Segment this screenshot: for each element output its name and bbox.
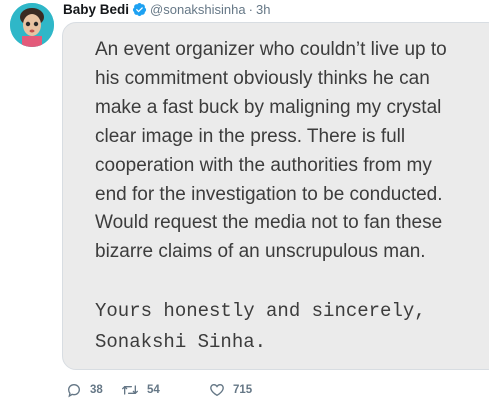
tweet-actions: 38 54 715 [66,380,252,400]
note-line: Would request the media not to fan these [95,212,443,234]
reply-count: 38 [90,384,103,396]
note-line: An event organizer who couldn’t live up … [95,39,447,60]
user-handle[interactable]: @sonakshisinha [150,2,246,17]
tweet-header: Baby Bedi @sonakshisinha · 3h [63,0,270,18]
reply-button[interactable]: 38 [66,382,121,398]
note-line: make a fast buck by maligning my crystal [95,96,442,118]
like-count: 715 [233,384,253,396]
signoff-line: Yours honestly and sincerely, [95,300,426,322]
note-text: An event organizer who couldn’t live up … [95,36,487,267]
retweet-count: 54 [147,384,160,396]
note-line: cooperation with the authorities from my [95,154,432,176]
avatar[interactable] [10,3,54,47]
retweet-icon [121,382,139,398]
display-name[interactable]: Baby Bedi [63,2,129,17]
note-line: clear image in the press. There is full [95,125,406,147]
reply-icon [66,382,82,398]
note-line: his commitment obviously thinks he can [95,67,430,89]
like-button[interactable]: 715 [209,382,252,398]
note-signoff: Yours honestly and sincerely, Sonakshi S… [95,296,426,358]
verified-badge-icon [132,2,147,17]
note-line: bizarre claims of an unscrupulous man. [95,241,426,263]
separator-dot: · [248,1,253,17]
profile-avatar-icon [10,3,54,47]
heart-icon [209,382,225,398]
note-line: end for the investigation to be conducte… [95,183,443,205]
signoff-line: Sonakshi Sinha. [95,331,267,353]
retweet-button[interactable]: 54 [121,382,209,398]
tweet-timestamp[interactable]: 3h [256,2,270,17]
